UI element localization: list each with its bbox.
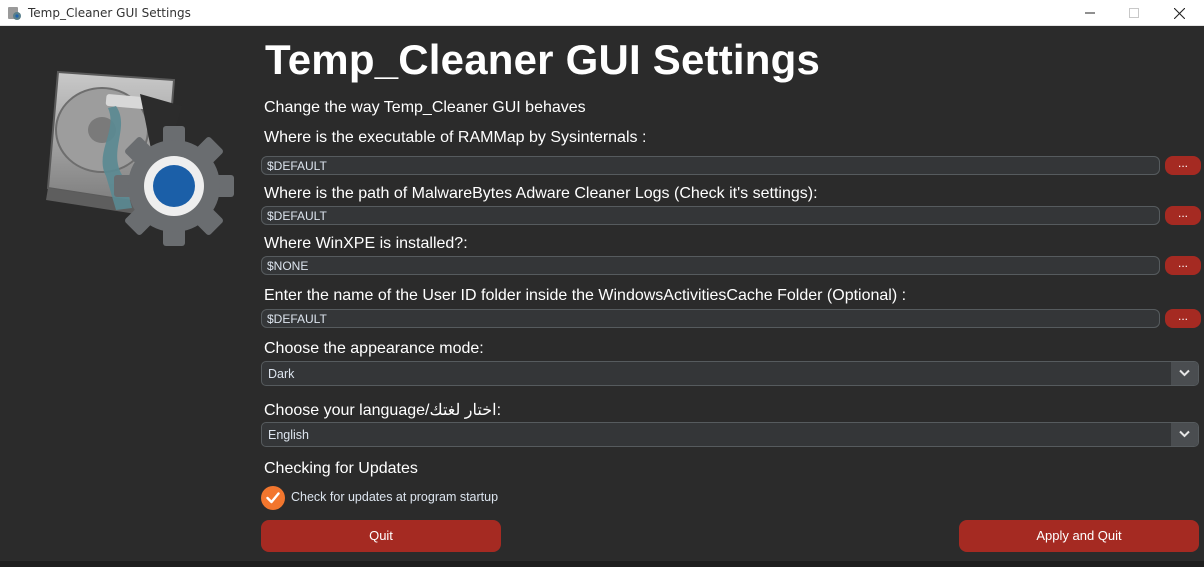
window-title: Temp_Cleaner GUI Settings [28, 6, 191, 20]
page-title: Temp_Cleaner GUI Settings [265, 36, 821, 83]
language-selected: English [268, 428, 309, 442]
hard-drive-gear-icon [46, 70, 234, 246]
winxpe-browse-button[interactable]: ... [1165, 256, 1201, 275]
minimize-icon [1085, 12, 1095, 14]
language-label: Choose your language/اختار لغتك: [264, 402, 502, 419]
adwcleaner-browse-button[interactable]: ... [1165, 206, 1201, 225]
appearance-select[interactable]: Dark [261, 361, 1199, 386]
userid-folder-value: $DEFAULT [267, 312, 327, 326]
update-check-checkbox[interactable] [261, 486, 285, 510]
window-titlebar: Temp_Cleaner GUI Settings [0, 0, 1204, 26]
winxpe-path-value: $NONE [267, 259, 309, 273]
chevron-down-icon [1179, 369, 1190, 377]
rammap-path-input[interactable]: $DEFAULT [261, 156, 1160, 175]
quit-button[interactable]: Quit [261, 520, 501, 552]
userid-folder-input[interactable]: $DEFAULT [261, 309, 1160, 328]
maximize-button[interactable] [1111, 0, 1157, 26]
appearance-dropdown-button[interactable] [1171, 362, 1198, 385]
adwcleaner-path-value: $DEFAULT [267, 209, 327, 223]
update-check-label[interactable]: Check for updates at program startup [291, 490, 498, 504]
app-icon [8, 7, 21, 20]
appearance-label: Choose the appearance mode: [264, 340, 484, 357]
apply-and-quit-button[interactable]: Apply and Quit [959, 520, 1199, 552]
checkmark-icon [266, 492, 280, 504]
minimize-button[interactable] [1067, 0, 1113, 26]
userid-browse-button[interactable]: ... [1165, 309, 1201, 328]
updates-heading: Checking for Updates [264, 460, 418, 477]
winxpe-path-input[interactable]: $NONE [261, 256, 1160, 275]
rammap-browse-button[interactable]: ... [1165, 156, 1201, 175]
userid-folder-label: Enter the name of the User ID folder ins… [264, 287, 907, 304]
bottom-edge [0, 561, 1204, 567]
close-button[interactable] [1156, 0, 1202, 26]
winxpe-path-label: Where WinXPE is installed?: [264, 235, 468, 252]
language-select[interactable]: English [261, 422, 1199, 447]
rammap-path-label: Where is the executable of RAMMap by Sys… [264, 129, 647, 146]
rammap-path-value: $DEFAULT [267, 159, 327, 173]
adwcleaner-path-label: Where is the path of MalwareBytes Adware… [264, 185, 818, 202]
language-dropdown-button[interactable] [1171, 423, 1198, 446]
appearance-selected: Dark [268, 367, 295, 381]
close-icon [1173, 7, 1185, 20]
adwcleaner-path-input[interactable]: $DEFAULT [261, 206, 1160, 225]
maximize-icon [1129, 8, 1139, 18]
chevron-down-icon [1179, 430, 1190, 438]
page-subtitle: Change the way Temp_Cleaner GUI behaves [264, 99, 586, 116]
